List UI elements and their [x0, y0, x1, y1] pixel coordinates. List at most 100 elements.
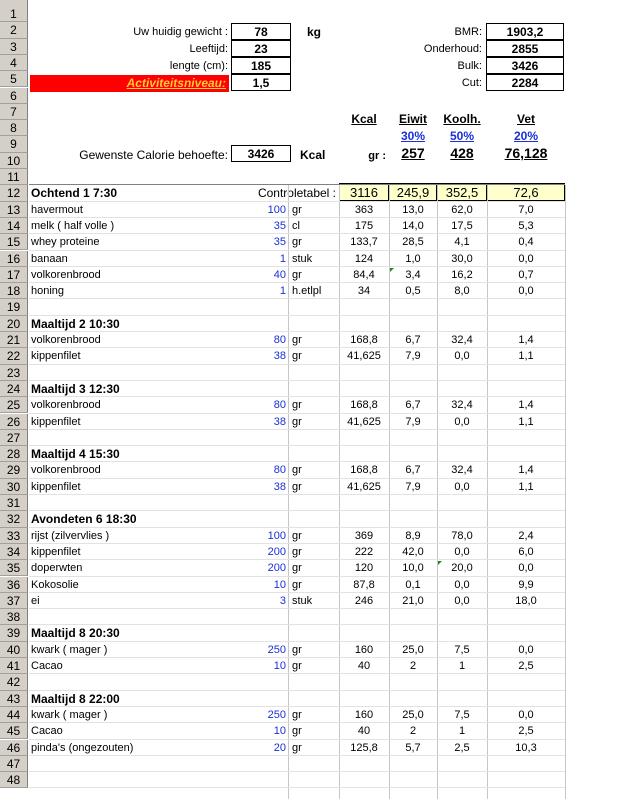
- row-header[interactable]: 30: [0, 478, 28, 495]
- row-header[interactable]: 14: [0, 217, 28, 235]
- row-header[interactable]: 37: [0, 592, 28, 610]
- food-quantity[interactable]: 20: [240, 740, 286, 756]
- food-name[interactable]: Kokosolie: [31, 577, 251, 593]
- row-header[interactable]: 32: [0, 511, 28, 528]
- food-name[interactable]: volkorenbrood: [31, 332, 251, 348]
- row-header[interactable]: 47: [0, 755, 28, 773]
- row-header[interactable]: 42: [0, 674, 28, 691]
- food-quantity[interactable]: 200: [240, 544, 286, 560]
- row-header[interactable]: 44: [0, 706, 28, 724]
- row-header[interactable]: 1: [0, 6, 28, 23]
- row-header[interactable]: 43: [0, 690, 28, 707]
- food-name[interactable]: kwark ( mager ): [31, 707, 251, 723]
- row-header[interactable]: 33: [0, 527, 28, 544]
- food-name[interactable]: kippenfilet: [31, 479, 251, 495]
- food-quantity[interactable]: 35: [240, 234, 286, 250]
- row-header[interactable]: 19: [0, 299, 28, 316]
- food-name[interactable]: kippenfilet: [31, 544, 251, 560]
- food-name[interactable]: banaan: [31, 251, 251, 267]
- row-header[interactable]: 36: [0, 576, 28, 593]
- age-value[interactable]: 23: [231, 40, 291, 57]
- row-header[interactable]: 2: [0, 22, 28, 39]
- row-header[interactable]: 26: [0, 413, 28, 430]
- row-header[interactable]: 4: [0, 54, 28, 72]
- row-header[interactable]: 10: [0, 152, 28, 169]
- food-quantity[interactable]: 38: [240, 414, 286, 430]
- row-header[interactable]: 8: [0, 120, 28, 137]
- row-header[interactable]: 27: [0, 429, 28, 447]
- food-quantity[interactable]: 250: [240, 707, 286, 723]
- food-name[interactable]: kwark ( mager ): [31, 642, 251, 658]
- food-name[interactable]: rijst (zilvervlies ): [31, 528, 251, 544]
- food-quantity[interactable]: 200: [240, 560, 286, 576]
- row-header[interactable]: 9: [0, 136, 28, 153]
- height-value[interactable]: 185: [231, 57, 291, 74]
- food-quantity[interactable]: 40: [240, 267, 286, 283]
- row-header[interactable]: 3: [0, 38, 28, 55]
- food-quantity[interactable]: 3: [240, 593, 286, 609]
- row-header[interactable]: 24: [0, 380, 28, 398]
- row-header[interactable]: 7: [0, 103, 28, 121]
- protein-pct[interactable]: 30%: [390, 128, 436, 144]
- food-quantity[interactable]: 80: [240, 332, 286, 348]
- carbs-pct[interactable]: 50%: [438, 128, 486, 144]
- row-header[interactable]: 38: [0, 609, 28, 626]
- food-quantity[interactable]: 38: [240, 348, 286, 364]
- row-header[interactable]: 39: [0, 625, 28, 642]
- food-quantity[interactable]: 80: [240, 397, 286, 413]
- row-header[interactable]: 17: [0, 266, 28, 284]
- row-header[interactable]: 29: [0, 462, 28, 479]
- food-quantity[interactable]: 100: [240, 202, 286, 218]
- row-header[interactable]: 22: [0, 348, 28, 365]
- row-header[interactable]: 11: [0, 169, 28, 186]
- food-name[interactable]: volkorenbrood: [31, 397, 251, 413]
- row-header[interactable]: 20: [0, 315, 28, 332]
- food-quantity[interactable]: 1: [240, 283, 286, 299]
- food-quantity[interactable]: 80: [240, 462, 286, 478]
- row-header[interactable]: 41: [0, 658, 28, 675]
- food-quantity[interactable]: 10: [240, 658, 286, 674]
- row-header[interactable]: 45: [0, 723, 28, 740]
- row-header[interactable]: 21: [0, 332, 28, 349]
- food-name[interactable]: Cacao: [31, 723, 251, 739]
- row-header[interactable]: 48: [0, 772, 28, 789]
- row-header[interactable]: 35: [0, 560, 28, 577]
- food-quantity[interactable]: 35: [240, 218, 286, 234]
- food-quantity[interactable]: 10: [240, 723, 286, 739]
- food-quantity[interactable]: 250: [240, 642, 286, 658]
- row-header[interactable]: 15: [0, 234, 28, 251]
- fat-pct[interactable]: 20%: [488, 128, 564, 144]
- row-header[interactable]: 25: [0, 397, 28, 414]
- food-name[interactable]: kippenfilet: [31, 348, 251, 364]
- food-name[interactable]: melk ( half volle ): [31, 218, 251, 234]
- food-name[interactable]: Cacao: [31, 658, 251, 674]
- food-name[interactable]: honing: [31, 283, 251, 299]
- food-quantity[interactable]: 38: [240, 479, 286, 495]
- food-quantity[interactable]: 1: [240, 251, 286, 267]
- activity-value[interactable]: 1,5: [231, 74, 291, 91]
- food-name[interactable]: pinda's (ongezouten): [31, 740, 251, 756]
- corner-cell[interactable]: [0, 0, 28, 6]
- row-header[interactable]: 40: [0, 641, 28, 658]
- food-name[interactable]: doperwten: [31, 560, 251, 576]
- row-header[interactable]: 31: [0, 495, 28, 512]
- row-header[interactable]: 46: [0, 739, 28, 756]
- row-header[interactable]: 12: [0, 185, 28, 202]
- food-name[interactable]: whey proteine: [31, 234, 251, 250]
- weight-value[interactable]: 78: [231, 23, 291, 40]
- row-header[interactable]: 5: [0, 71, 28, 88]
- food-name[interactable]: volkorenbrood: [31, 462, 251, 478]
- food-name[interactable]: volkorenbrood: [31, 267, 251, 283]
- row-header[interactable]: 13: [0, 201, 28, 218]
- row-header[interactable]: 6: [0, 87, 28, 104]
- food-quantity[interactable]: 10: [240, 577, 286, 593]
- row-header[interactable]: 16: [0, 250, 28, 267]
- food-name[interactable]: kippenfilet: [31, 414, 251, 430]
- food-name[interactable]: ei: [31, 593, 251, 609]
- food-quantity[interactable]: 100: [240, 528, 286, 544]
- row-header[interactable]: 18: [0, 283, 28, 300]
- row-header[interactable]: 23: [0, 364, 28, 381]
- row-header[interactable]: 34: [0, 543, 28, 561]
- row-header[interactable]: 28: [0, 446, 28, 463]
- food-name[interactable]: havermout: [31, 202, 251, 218]
